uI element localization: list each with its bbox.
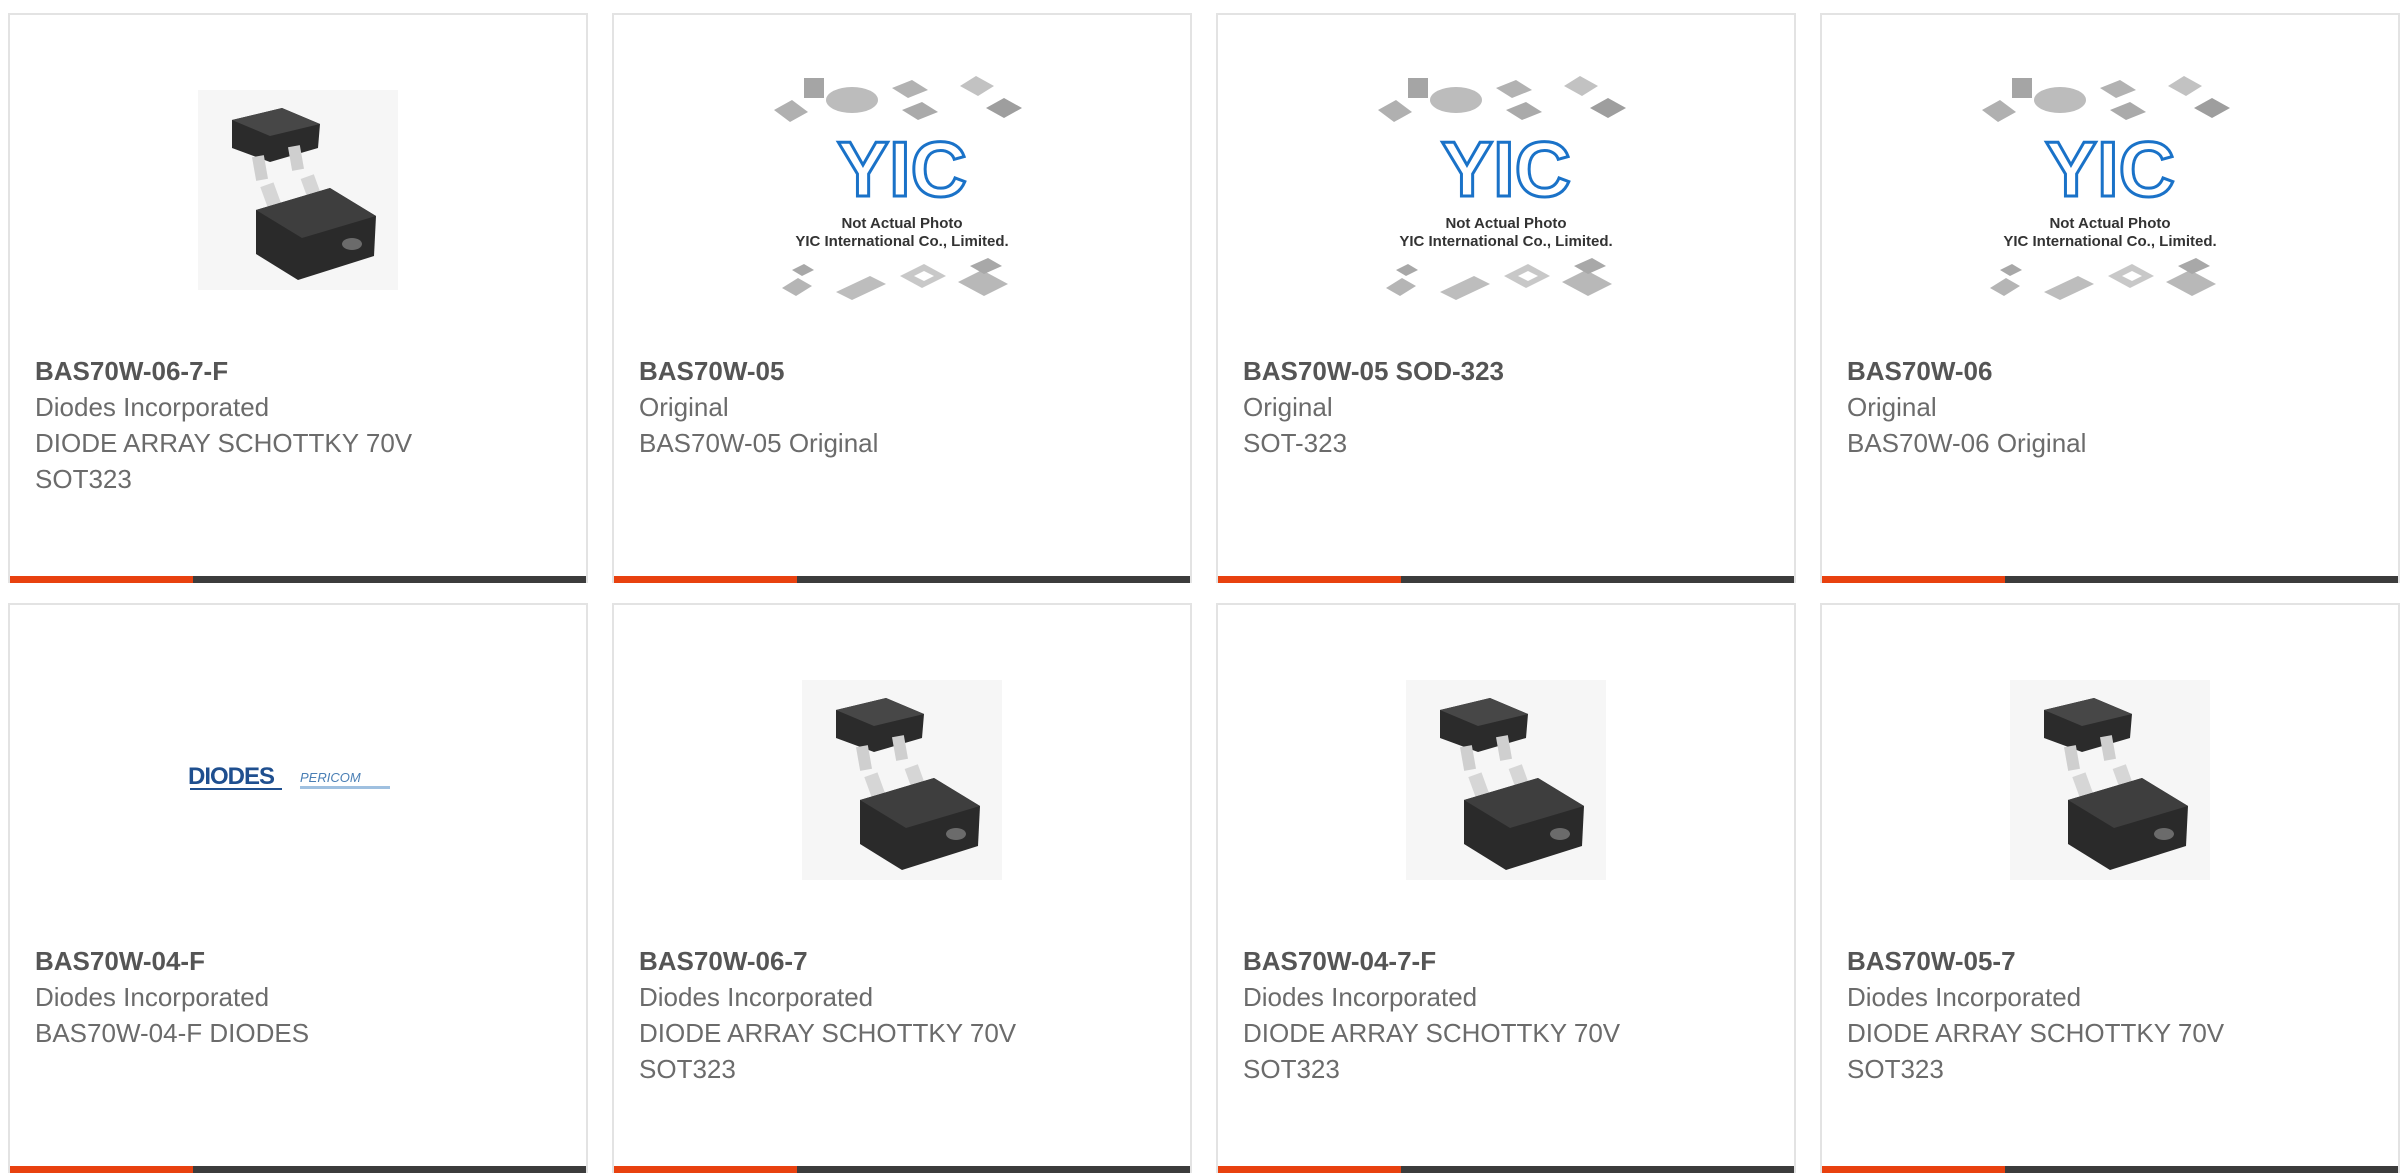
product-image[interactable]: DIODES PERICOM: [10, 665, 586, 895]
sot323-package-image: [802, 680, 1002, 880]
manufacturer: Diodes Incorporated: [639, 982, 874, 1012]
product-image[interactable]: [1822, 665, 2398, 895]
card-accent-bar: [614, 1166, 797, 1173]
pericom-logo-text: PERICOM: [300, 770, 361, 785]
card-bottom-bar: [10, 1166, 586, 1173]
manufacturer: Original: [1243, 392, 1333, 422]
manufacturer: Diodes Incorporated: [1243, 982, 1478, 1012]
diodes-logo-text: DIODES: [188, 763, 275, 790]
sot323-package-image: [2010, 680, 2210, 880]
card-accent-bar: [614, 576, 797, 583]
product-image[interactable]: [10, 75, 586, 305]
not-actual-photo-placeholder: YIC Not Actual Photo YIC International C…: [1378, 76, 1626, 300]
product-image[interactable]: YIC Not Actual Photo YIC International C…: [1218, 75, 1794, 305]
description: DIODE ARRAY SCHOTTKY 70V: [35, 428, 413, 458]
card-accent-bar: [1218, 1166, 1401, 1173]
yic-logo: YIC: [2045, 125, 2175, 213]
manufacturer: Diodes Incorporated: [35, 982, 270, 1012]
company-name-text: YIC International Co., Limited.: [2003, 233, 2216, 250]
diodes-pericom-logo: DIODES PERICOM: [188, 763, 390, 790]
part-number[interactable]: BAS70W-04-F: [35, 943, 566, 979]
not-actual-photo-text: Not Actual Photo: [841, 215, 962, 232]
product-image[interactable]: [614, 665, 1190, 895]
part-number[interactable]: BAS70W-06-7-F: [35, 353, 566, 389]
product-card[interactable]: YIC Not Actual Photo YIC International C…: [1820, 13, 2400, 583]
yic-logo: YIC: [1441, 125, 1571, 213]
description: SOT-323: [1243, 428, 1348, 458]
card-accent-bar: [1822, 576, 2005, 583]
not-actual-photo-text: Not Actual Photo: [1445, 215, 1566, 232]
product-card[interactable]: DIODES PERICOM BAS70W-04-F Diodes Incorp…: [8, 603, 588, 1173]
part-number[interactable]: BAS70W-04-7-F: [1243, 943, 1774, 979]
part-number[interactable]: BAS70W-06: [1847, 353, 2378, 389]
card-accent-bar: [10, 1166, 193, 1173]
company-name-text: YIC International Co., Limited.: [1399, 233, 1612, 250]
part-number[interactable]: BAS70W-05-7: [1847, 943, 2378, 979]
description: DIODE ARRAY SCHOTTKY 70V: [1847, 1018, 2225, 1048]
product-card[interactable]: BAS70W-04-7-F Diodes Incorporated DIODE …: [1216, 603, 1796, 1173]
manufacturer: Original: [1847, 392, 1937, 422]
description: BAS70W-06 Original: [1847, 428, 2087, 458]
product-card[interactable]: BAS70W-06-7-F Diodes Incorporated DIODE …: [8, 13, 588, 583]
manufacturer: Diodes Incorporated: [35, 392, 270, 422]
card-bottom-bar: [614, 1166, 1190, 1173]
manufacturer: Diodes Incorporated: [1847, 982, 2082, 1012]
product-card[interactable]: YIC Not Actual Photo YIC International C…: [1216, 13, 1796, 583]
part-number[interactable]: BAS70W-05: [639, 353, 1170, 389]
product-image[interactable]: [1218, 665, 1794, 895]
product-card[interactable]: BAS70W-05-7 Diodes Incorporated DIODE AR…: [1820, 603, 2400, 1173]
card-bottom-bar: [1218, 1166, 1794, 1173]
description: BAS70W-05 Original: [639, 428, 879, 458]
card-accent-bar: [1822, 1166, 2005, 1173]
product-image[interactable]: YIC Not Actual Photo YIC International C…: [614, 75, 1190, 305]
card-bottom-bar: [1218, 576, 1794, 583]
product-image[interactable]: YIC Not Actual Photo YIC International C…: [1822, 75, 2398, 305]
card-bottom-bar: [10, 576, 586, 583]
not-actual-photo-placeholder: YIC Not Actual Photo YIC International C…: [774, 76, 1022, 300]
yic-logo: YIC: [837, 125, 967, 213]
product-grid: BAS70W-06-7-F Diodes Incorporated DIODE …: [8, 13, 2400, 1173]
product-card[interactable]: YIC Not Actual Photo YIC International C…: [612, 13, 1192, 583]
card-bottom-bar: [1822, 1166, 2398, 1173]
manufacturer: Original: [639, 392, 729, 422]
package: SOT323: [1243, 1054, 1340, 1084]
part-number[interactable]: BAS70W-06-7: [639, 943, 1170, 979]
part-number[interactable]: BAS70W-05 SOD-323: [1243, 353, 1774, 389]
description: DIODE ARRAY SCHOTTKY 70V: [639, 1018, 1017, 1048]
package: SOT323: [1847, 1054, 1944, 1084]
not-actual-photo-text: Not Actual Photo: [2049, 215, 2170, 232]
card-accent-bar: [1218, 576, 1401, 583]
card-accent-bar: [10, 576, 193, 583]
not-actual-photo-placeholder: YIC Not Actual Photo YIC International C…: [1982, 76, 2230, 300]
sot323-package-image: [1406, 680, 1606, 880]
sot323-package-image: [198, 90, 398, 290]
product-card[interactable]: BAS70W-06-7 Diodes Incorporated DIODE AR…: [612, 603, 1192, 1173]
description: DIODE ARRAY SCHOTTKY 70V: [1243, 1018, 1621, 1048]
card-bottom-bar: [1822, 576, 2398, 583]
description: BAS70W-04-F DIODES: [35, 1018, 310, 1048]
card-bottom-bar: [614, 576, 1190, 583]
package: SOT323: [639, 1054, 736, 1084]
company-name-text: YIC International Co., Limited.: [795, 233, 1008, 250]
package: SOT323: [35, 464, 132, 494]
